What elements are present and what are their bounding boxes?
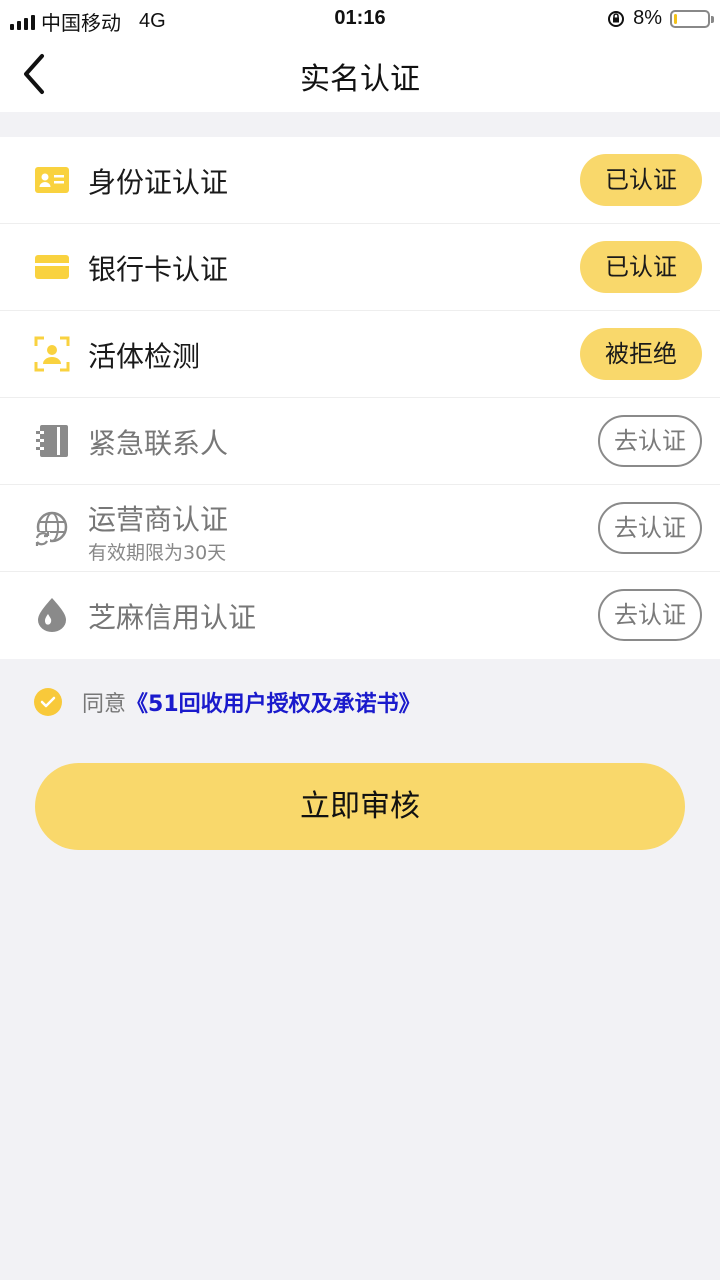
agree-checkbox[interactable]	[34, 688, 62, 716]
verification-row-id-card[interactable]: 身份证认证 已认证	[0, 137, 720, 224]
status-bar: 中国移动 4G 01:16 8%	[0, 0, 720, 36]
battery-icon	[670, 9, 714, 28]
row-label: 身份证认证	[88, 166, 229, 199]
status-badge[interactable]: 被拒绝	[580, 328, 702, 380]
row-sublabel: 有效期限为30天	[88, 542, 227, 564]
verification-list: 身份证认证 已认证 银行卡认证 已认证 活体检测 被拒绝 紧急联系人 去认证 运…	[0, 137, 720, 659]
agreement-row: 同意 《51回收用户授权及承诺书》	[34, 687, 421, 717]
status-badge[interactable]: 已认证	[580, 241, 702, 293]
status-badge[interactable]: 已认证	[580, 154, 702, 206]
verify-button[interactable]: 去认证	[598, 502, 702, 554]
nav-bar: 实名认证	[0, 36, 720, 112]
verify-button[interactable]: 去认证	[598, 589, 702, 641]
globe-refresh-icon	[34, 511, 68, 546]
face-scan-icon	[34, 336, 70, 372]
contacts-book-icon	[36, 425, 68, 457]
sesame-drop-icon	[38, 598, 66, 632]
id-card-icon	[35, 167, 69, 193]
verify-button[interactable]: 去认证	[598, 415, 702, 467]
verification-row-liveness[interactable]: 活体检测 被拒绝	[0, 311, 720, 398]
row-label: 银行卡认证	[88, 253, 229, 286]
battery-percent: 8%	[633, 7, 662, 29]
row-label: 活体检测	[88, 340, 201, 373]
row-label: 紧急联系人	[88, 427, 229, 460]
bank-card-icon	[35, 255, 69, 279]
verification-row-bank-card[interactable]: 银行卡认证 已认证	[0, 224, 720, 311]
verification-row-carrier[interactable]: 运营商认证 有效期限为30天 去认证	[0, 485, 720, 572]
verification-row-sesame-credit[interactable]: 芝麻信用认证 去认证	[0, 572, 720, 659]
verification-row-emergency-contact[interactable]: 紧急联系人 去认证	[0, 398, 720, 485]
agreement-link[interactable]: 《51回收用户授权及承诺书》	[126, 686, 421, 718]
row-label: 芝麻信用认证	[88, 601, 257, 634]
row-label: 运营商认证	[88, 503, 229, 536]
check-icon	[40, 696, 56, 708]
rotation-lock-icon	[608, 10, 625, 27]
page-title: 实名认证	[300, 62, 420, 97]
submit-button[interactable]: 立即审核	[35, 763, 685, 850]
agree-label: 同意	[82, 692, 127, 717]
